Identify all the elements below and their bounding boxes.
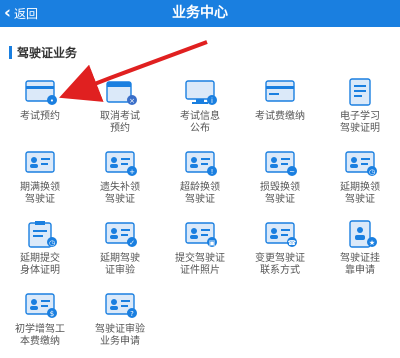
service-tile[interactable]: i 考试信息 公布 [160,74,240,145]
service-tile-label: 考试预约 [20,111,60,122]
service-tile[interactable]: ◷ 延期换领 驾驶证 [320,145,400,216]
id-card-plus-icon: + [100,147,140,179]
service-tile[interactable]: • 考试预约 [0,74,80,145]
service-tile-label: 延期驾驶 证审验 [100,253,140,276]
service-tile-label: 取消考试 预约 [100,111,140,134]
svg-text:•: • [50,97,54,105]
svg-text:◷: ◷ [369,168,376,176]
contact-card-icon: ☎ [260,218,300,250]
svg-text:✓: ✓ [129,239,135,247]
service-tile-label: 驾驶证挂 靠申请 [340,253,380,276]
service-tile[interactable]: ▣ 提交驾驶证 证件照片 [160,216,240,287]
svg-text:☎: ☎ [288,239,297,247]
svg-text:×: × [129,97,135,105]
service-tile[interactable]: ✓ 延期驾驶 证审验 [80,216,160,287]
service-tile[interactable]: ★ 驾驶证挂 靠申请 [320,216,400,287]
service-tile-label: 电子学习 驾驶证明 [340,111,380,134]
service-tile-label: 提交驾驶证 证件照片 [175,253,225,276]
top-bar: ‹ 返回 业务中心 [0,0,400,27]
service-tile[interactable]: ? 驾驶证审验 业务申请 [80,287,160,358]
id-card-icon [20,147,60,179]
service-tile-label: 延期提交 身体证明 [20,253,60,276]
id-card-pay-icon: $ [20,289,60,321]
service-tile-label: 延期换领 驾驶证 [340,182,380,205]
svg-text:★: ★ [369,239,375,247]
svg-text:+: + [129,168,135,176]
svg-text:$: $ [50,310,54,318]
section-header: 驾驶证业务 [9,44,77,60]
page-title: 业务中心 [172,5,228,21]
id-card-damaged-icon: ~ [260,147,300,179]
svg-text:◷: ◷ [49,239,56,247]
service-tile[interactable]: + 遗失补领 驾驶证 [80,145,160,216]
svg-text:i: i [211,97,213,105]
service-grid: • 考试预约 × 取消考试 预约 i 考试信息 公布 考试费缴纳 电子学习 驾驶证明期满换领 … [0,74,400,358]
svg-text:~: ~ [289,168,295,176]
service-tile-label: 变更驾驶证 联系方式 [255,253,305,276]
document-icon [340,76,380,108]
calendar-cancel-icon: × [100,76,140,108]
service-tile[interactable]: 期满换领 驾驶证 [0,145,80,216]
section-title: 驾驶证业务 [17,45,78,60]
svg-text:▣: ▣ [209,239,216,247]
id-card-check-icon: ✓ [100,218,140,250]
service-tile-label: 初学增驾工 本费缴纳 [15,324,65,347]
service-tile[interactable]: ◷ 延期提交 身体证明 [0,216,80,287]
service-tile-label: 遗失补领 驾驶证 [100,182,140,205]
svg-text:!: ! [211,168,214,176]
service-tile[interactable]: 电子学习 驾驶证明 [320,74,400,145]
id-card-person-icon: ! [180,147,220,179]
svg-text:?: ? [130,310,134,318]
service-tile-label: 损毁换领 驾驶证 [260,182,300,205]
payment-card-icon [260,76,300,108]
service-tile[interactable]: ! 超龄换领 驾驶证 [160,145,240,216]
service-tile[interactable]: $ 初学增驾工 本费缴纳 [0,287,80,358]
id-card-review-icon: ? [100,289,140,321]
service-tile-label: 考试信息 公布 [180,111,220,134]
service-tile-label: 期满换领 驾驶证 [20,182,60,205]
monitor-icon: i [180,76,220,108]
service-tile[interactable]: × 取消考试 预约 [80,74,160,145]
document-person-icon: ★ [340,218,380,250]
service-tile[interactable]: ☎ 变更驾驶证 联系方式 [240,216,320,287]
photo-card-icon: ▣ [180,218,220,250]
service-tile[interactable]: ~ 损毁换领 驾驶证 [240,145,320,216]
id-card-clock-icon: ◷ [340,147,380,179]
service-tile-label: 超龄换领 驾驶证 [180,182,220,205]
service-tile-label: 驾驶证审验 业务申请 [95,324,145,347]
service-tile[interactable]: 考试费缴纳 [240,74,320,145]
section-accent-bar [9,45,12,59]
service-tile-label: 考试费缴纳 [255,111,305,122]
card-icon: • [20,76,60,108]
clipboard-icon: ◷ [20,218,60,250]
